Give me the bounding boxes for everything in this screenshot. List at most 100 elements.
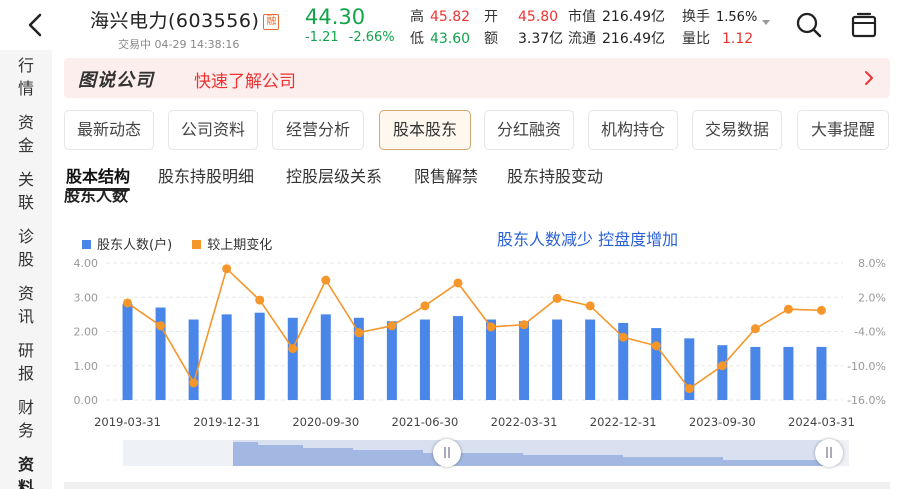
x-tick-label: 2021-06-30 xyxy=(392,415,459,429)
stock-name: 海兴电力(603556) xyxy=(90,10,260,32)
subtab-4[interactable]: 限售解禁 xyxy=(414,163,478,187)
turnover-rate: 换手 1.56% xyxy=(682,9,758,25)
y-left-tick-label: 2.00 xyxy=(74,326,99,339)
section-heading: 股东人数 xyxy=(64,191,129,205)
y-left-tick-label: 0.00 xyxy=(74,394,99,407)
company-intro-banner[interactable]: 图说公司 快速了解公司 xyxy=(64,58,890,98)
stock-header: 海兴电力(603556) 融 交易中 04-29 14:38:16 44.30 -… xyxy=(0,0,900,52)
float-cap: 流通 216.49亿 xyxy=(568,31,665,47)
point-period-change xyxy=(387,321,397,331)
change-percent: -2.66% xyxy=(348,30,395,45)
y-right-tick-label: 8.0% xyxy=(858,257,886,270)
left-nav: 行情资金关联诊股资讯研报财务资料 xyxy=(0,50,52,489)
banner-text: 快速了解公司 xyxy=(194,72,296,92)
tab-8[interactable]: 大事提醒 xyxy=(797,110,889,150)
trade-amount: 额 3.37亿 xyxy=(484,31,564,47)
dropdown-caret-icon[interactable] xyxy=(762,20,770,25)
main-tabs: 最新动态 公司资料 经营分析 股本股东 分红融资 机构持仓 交易数据 大事提醒 xyxy=(64,110,900,150)
sub-tabs: 股本结构 股东持股明细 控股层级关系 限售解禁 股东持股变动 xyxy=(64,160,900,191)
y-right-tick-label: -16.0% xyxy=(847,394,886,407)
slider-right-handle[interactable] xyxy=(815,439,843,467)
banner-logo: 图说公司 xyxy=(78,70,154,91)
point-period-change xyxy=(651,341,661,351)
search-icon[interactable] xyxy=(795,11,823,39)
current-price: 44.30 xyxy=(305,5,366,29)
point-period-change xyxy=(222,264,232,274)
point-period-change xyxy=(453,278,463,288)
bar-shareholder-count xyxy=(221,314,232,400)
bar-shareholder-count xyxy=(651,328,662,400)
y-left-tick-label: 1.00 xyxy=(74,360,99,373)
section-heading-clip: 股东人数 xyxy=(64,191,184,206)
tab-4[interactable]: 股本股东 xyxy=(379,110,471,150)
bar-shareholder-count xyxy=(122,304,133,400)
point-period-change xyxy=(585,301,595,311)
x-tick-label: 2019-12-31 xyxy=(193,415,260,429)
point-period-change xyxy=(750,324,760,334)
trading-status: 交易中 04-29 14:38:16 xyxy=(118,38,240,51)
left-nav-item[interactable]: 资讯 xyxy=(0,278,52,335)
bar-shareholder-count xyxy=(486,319,497,400)
stock-title-block: 海兴电力(603556) 融 交易中 04-29 14:38:16 xyxy=(90,6,280,52)
left-nav-item[interactable]: 诊股 xyxy=(0,221,52,278)
back-arrow-icon[interactable] xyxy=(20,10,50,40)
left-nav-item[interactable]: 资金 xyxy=(0,107,52,164)
left-nav-item[interactable]: 关联 xyxy=(0,164,52,221)
point-period-change xyxy=(684,384,694,394)
bar-shareholder-count xyxy=(188,319,199,400)
point-period-change xyxy=(123,298,133,308)
bar-shareholder-count xyxy=(552,319,563,400)
tab-7[interactable]: 交易数据 xyxy=(692,110,782,150)
tab-6[interactable]: 机构持仓 xyxy=(588,110,678,150)
left-nav-item[interactable]: 财务 xyxy=(0,392,52,449)
x-tick-label: 2019-03-31 xyxy=(94,415,161,429)
shareholder-count-chart[interactable]: 4.00 3.00 2.00 1.00 0.00 8.0% 2.0% -4.0% -10.0% -… xyxy=(56,222,900,432)
tab-5[interactable]: 分红融资 xyxy=(484,110,574,150)
subtab-1[interactable]: 股本结构 xyxy=(66,163,130,187)
bar-shareholder-count xyxy=(254,312,265,400)
x-tick-label: 2022-12-31 xyxy=(590,415,657,429)
left-nav-item[interactable]: 行情 xyxy=(0,50,52,107)
change-value: -1.21 xyxy=(305,30,339,45)
volume-ratio: 量比 1.12 xyxy=(682,31,754,47)
x-tick-label: 2020-09-30 xyxy=(292,415,359,429)
margin-badge: 融 xyxy=(263,14,280,30)
tab-2[interactable]: 公司资料 xyxy=(168,110,258,150)
bar-shareholder-count xyxy=(783,346,794,400)
y-right-tick-label: -10.0% xyxy=(847,360,886,373)
x-tick-label: 2023-09-30 xyxy=(689,415,756,429)
left-nav-item[interactable]: 资料 xyxy=(0,449,52,489)
bar-shareholder-count xyxy=(717,345,728,400)
slider-selection[interactable] xyxy=(233,440,829,466)
subtab-2[interactable]: 股东持股明细 xyxy=(158,163,254,187)
point-period-change xyxy=(486,322,496,332)
y-right-tick-label: -4.0% xyxy=(854,326,886,339)
market-cap: 市值 216.49亿 xyxy=(568,9,665,25)
bar-shareholder-count xyxy=(419,319,430,400)
point-period-change xyxy=(420,301,430,311)
bar-shareholder-count xyxy=(386,321,397,400)
y-left-tick-label: 3.00 xyxy=(74,291,99,304)
point-period-change xyxy=(783,304,793,314)
y-left-tick-label: 4.00 xyxy=(74,257,99,270)
bar-shareholder-count xyxy=(320,314,331,400)
bar-shareholder-count xyxy=(519,321,530,400)
tab-1[interactable]: 最新动态 xyxy=(64,110,154,150)
data-zoom-slider[interactable] xyxy=(123,439,849,467)
bottom-panel-edge xyxy=(64,482,890,489)
bar-shareholder-count xyxy=(452,316,463,400)
window-share-icon[interactable] xyxy=(850,11,878,39)
left-nav-item[interactable]: 研报 xyxy=(0,335,52,392)
bar-shareholder-count xyxy=(816,346,827,400)
open-price: 开 45.80 xyxy=(484,9,559,25)
x-tick-label: 2024-03-31 xyxy=(788,415,855,429)
bar-shareholder-count xyxy=(750,346,761,400)
tab-3[interactable]: 经营分析 xyxy=(272,110,364,150)
subtab-3[interactable]: 控股层级关系 xyxy=(286,163,382,187)
point-period-change xyxy=(519,320,529,330)
x-tick-label: 2022-03-31 xyxy=(491,415,558,429)
point-period-change xyxy=(717,361,727,371)
slider-left-handle[interactable] xyxy=(433,439,461,467)
point-period-change xyxy=(189,378,199,388)
subtab-5[interactable]: 股东持股变动 xyxy=(507,163,603,187)
